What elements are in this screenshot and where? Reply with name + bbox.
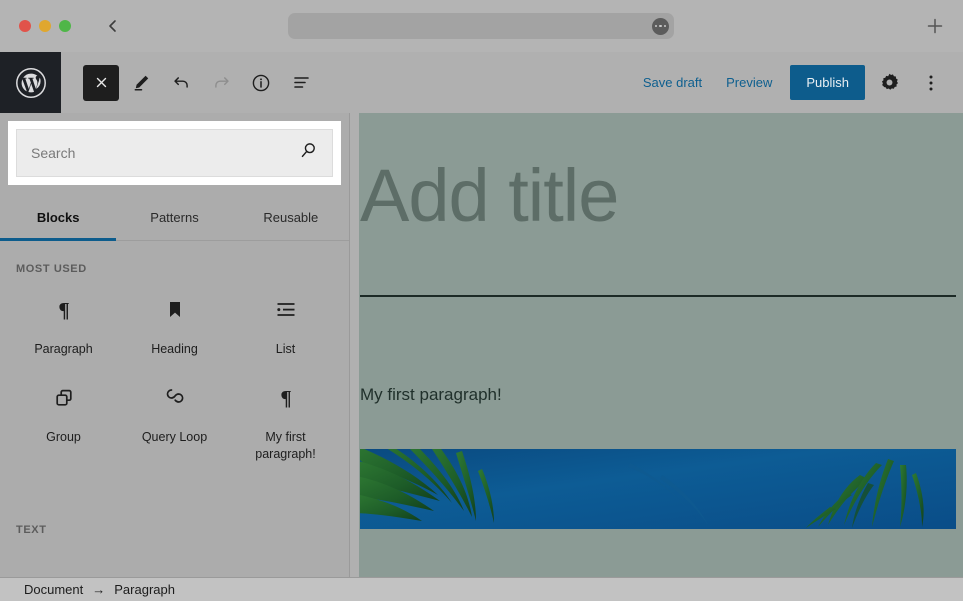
back-arrow-icon[interactable]	[102, 15, 124, 37]
editor-header: Save draft Preview Publish	[0, 52, 963, 113]
block-item-list[interactable]: List	[230, 279, 341, 367]
search-input[interactable]	[31, 145, 299, 161]
paragraph-icon: ¶	[53, 295, 75, 325]
tab-patterns[interactable]: Patterns	[116, 195, 232, 240]
details-info-icon[interactable]	[243, 65, 279, 101]
block-item-group[interactable]: Group	[8, 367, 119, 472]
close-window-button[interactable]	[19, 20, 31, 32]
tab-blocks[interactable]: Blocks	[0, 195, 117, 241]
url-menu-icon[interactable]	[652, 17, 669, 35]
query-loop-icon	[162, 383, 188, 413]
undo-icon[interactable]	[163, 65, 199, 101]
inserter-tabs: Blocks Patterns Reusable	[0, 195, 349, 241]
publish-button[interactable]: Publish	[790, 65, 865, 100]
list-view-icon[interactable]	[283, 65, 319, 101]
post-title-placeholder[interactable]: Add title	[360, 159, 963, 233]
new-tab-icon[interactable]	[924, 15, 946, 37]
post-title-area[interactable]: Add title	[360, 113, 963, 297]
save-draft-button[interactable]: Save draft	[631, 67, 714, 98]
image-block[interactable]	[360, 449, 956, 529]
block-label: Group	[46, 430, 81, 445]
block-label: Query Loop	[141, 430, 208, 445]
group-icon	[52, 383, 76, 413]
window-traffic-lights	[19, 20, 71, 32]
breadcrumb-item-paragraph[interactable]: Paragraph	[114, 582, 175, 597]
paragraph-icon: ¶	[275, 383, 297, 413]
block-item-heading[interactable]: Heading	[119, 279, 230, 367]
svg-text:¶: ¶	[280, 386, 291, 410]
minimize-window-button[interactable]	[39, 20, 51, 32]
block-label: My first paragraph!	[255, 430, 316, 461]
palm-tree-image	[360, 449, 956, 529]
list-icon	[274, 295, 298, 325]
search-icon[interactable]	[299, 141, 318, 165]
breadcrumb: Document → Paragraph	[0, 577, 963, 601]
browser-chrome	[0, 0, 963, 52]
block-item-paragraph[interactable]: ¶ Paragraph	[8, 279, 119, 367]
maximize-window-button[interactable]	[59, 20, 71, 32]
block-label: Heading	[151, 342, 198, 356]
editor-header-actions: Save draft Preview Publish	[631, 65, 963, 101]
breadcrumb-item-document[interactable]: Document	[24, 582, 83, 597]
title-divider	[360, 295, 956, 297]
tab-reusable[interactable]: Reusable	[233, 195, 349, 240]
edit-pencil-icon[interactable]	[123, 65, 159, 101]
heading-bookmark-icon	[165, 295, 185, 325]
svg-text:¶: ¶	[58, 298, 69, 322]
breadcrumb-separator-icon: →	[92, 582, 106, 597]
settings-gear-icon[interactable]	[871, 65, 907, 101]
more-options-icon[interactable]	[913, 65, 949, 101]
wordpress-logo-icon[interactable]	[0, 52, 61, 113]
section-header-most-used: MOST USED	[16, 263, 87, 275]
search-box[interactable]	[16, 129, 333, 177]
preview-button[interactable]: Preview	[714, 67, 784, 98]
close-editor-button[interactable]	[83, 64, 119, 101]
block-grid-most-used: ¶ Paragraph Heading List Group Query Loo…	[0, 279, 349, 472]
url-bar[interactable]	[288, 13, 674, 39]
block-item-query-loop[interactable]: Query Loop	[119, 367, 230, 472]
block-inserter-panel: Blocks Patterns Reusable MOST USED ¶ Par…	[0, 113, 350, 577]
redo-icon[interactable]	[203, 65, 239, 101]
editor-toolbar	[83, 64, 323, 101]
block-search-container	[8, 121, 341, 185]
block-item-my-first-paragraph[interactable]: ¶ My first paragraph!	[230, 367, 341, 472]
wordpress-block-editor-window: Save draft Preview Publish Search Blocks…	[0, 0, 963, 601]
block-label: List	[275, 342, 296, 356]
editor-canvas: Add title My first paragraph!	[359, 113, 963, 577]
block-label: Paragraph	[34, 342, 93, 356]
paragraph-block[interactable]: My first paragraph!	[360, 385, 963, 405]
section-header-text: TEXT	[16, 523, 47, 536]
